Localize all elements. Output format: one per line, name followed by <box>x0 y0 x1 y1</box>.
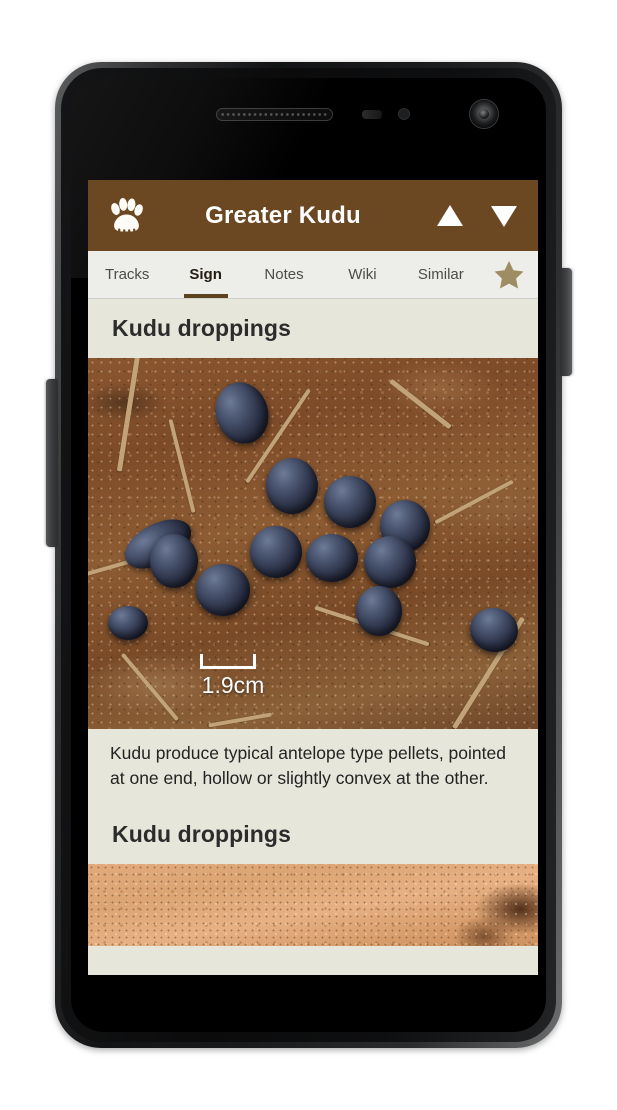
tab-wiki[interactable]: Wiki <box>323 251 401 298</box>
dropping-pellet <box>196 564 250 616</box>
dropping-pellet <box>364 536 416 588</box>
tab-similar[interactable]: Similar <box>402 251 480 298</box>
speaker-grille <box>220 112 329 117</box>
content-scroll[interactable]: Kudu droppings 1.9cm Kudu produce typica… <box>88 299 538 975</box>
star-icon <box>494 260 524 288</box>
proximity-sensor-icon <box>398 108 410 120</box>
sand-texture <box>88 864 538 946</box>
dropping-pellet <box>250 526 302 578</box>
kudu-droppings-photo[interactable]: 1.9cm <box>88 358 538 729</box>
section-heading-2: Kudu droppings <box>88 805 538 864</box>
tab-notes[interactable]: Notes <box>245 251 323 298</box>
dropping-pellet <box>324 476 376 528</box>
scale-label: 1.9cm <box>201 672 265 698</box>
earpiece-speaker <box>216 108 333 121</box>
dropping-pellet <box>150 534 198 588</box>
dropping-pellet <box>356 586 402 636</box>
triangle-down-icon[interactable] <box>484 196 524 236</box>
section-body-1: Kudu produce typical antelope type pelle… <box>88 729 538 805</box>
volume-button[interactable] <box>46 379 58 547</box>
kudu-droppings-photo-2[interactable] <box>88 864 538 946</box>
action-bar: Greater Kudu <box>88 180 538 251</box>
front-camera <box>470 100 498 128</box>
dropping-pellet <box>108 606 148 640</box>
scale-bar-icon <box>200 654 256 669</box>
notification-led <box>362 110 382 119</box>
favorite-button[interactable] <box>480 251 538 298</box>
dropping-pellet <box>306 534 358 582</box>
app-screen: Greater Kudu Tracks Sign Notes Wiki Simi… <box>88 180 538 975</box>
section-heading-1: Kudu droppings <box>88 299 538 358</box>
power-button[interactable] <box>560 268 572 376</box>
dropping-pellet <box>266 458 318 514</box>
tab-sign[interactable]: Sign <box>166 251 244 298</box>
triangle-up-icon[interactable] <box>430 196 470 236</box>
page-title: Greater Kudu <box>205 201 361 229</box>
tab-bar: Tracks Sign Notes Wiki Similar <box>88 251 538 299</box>
tab-tracks[interactable]: Tracks <box>88 251 166 298</box>
